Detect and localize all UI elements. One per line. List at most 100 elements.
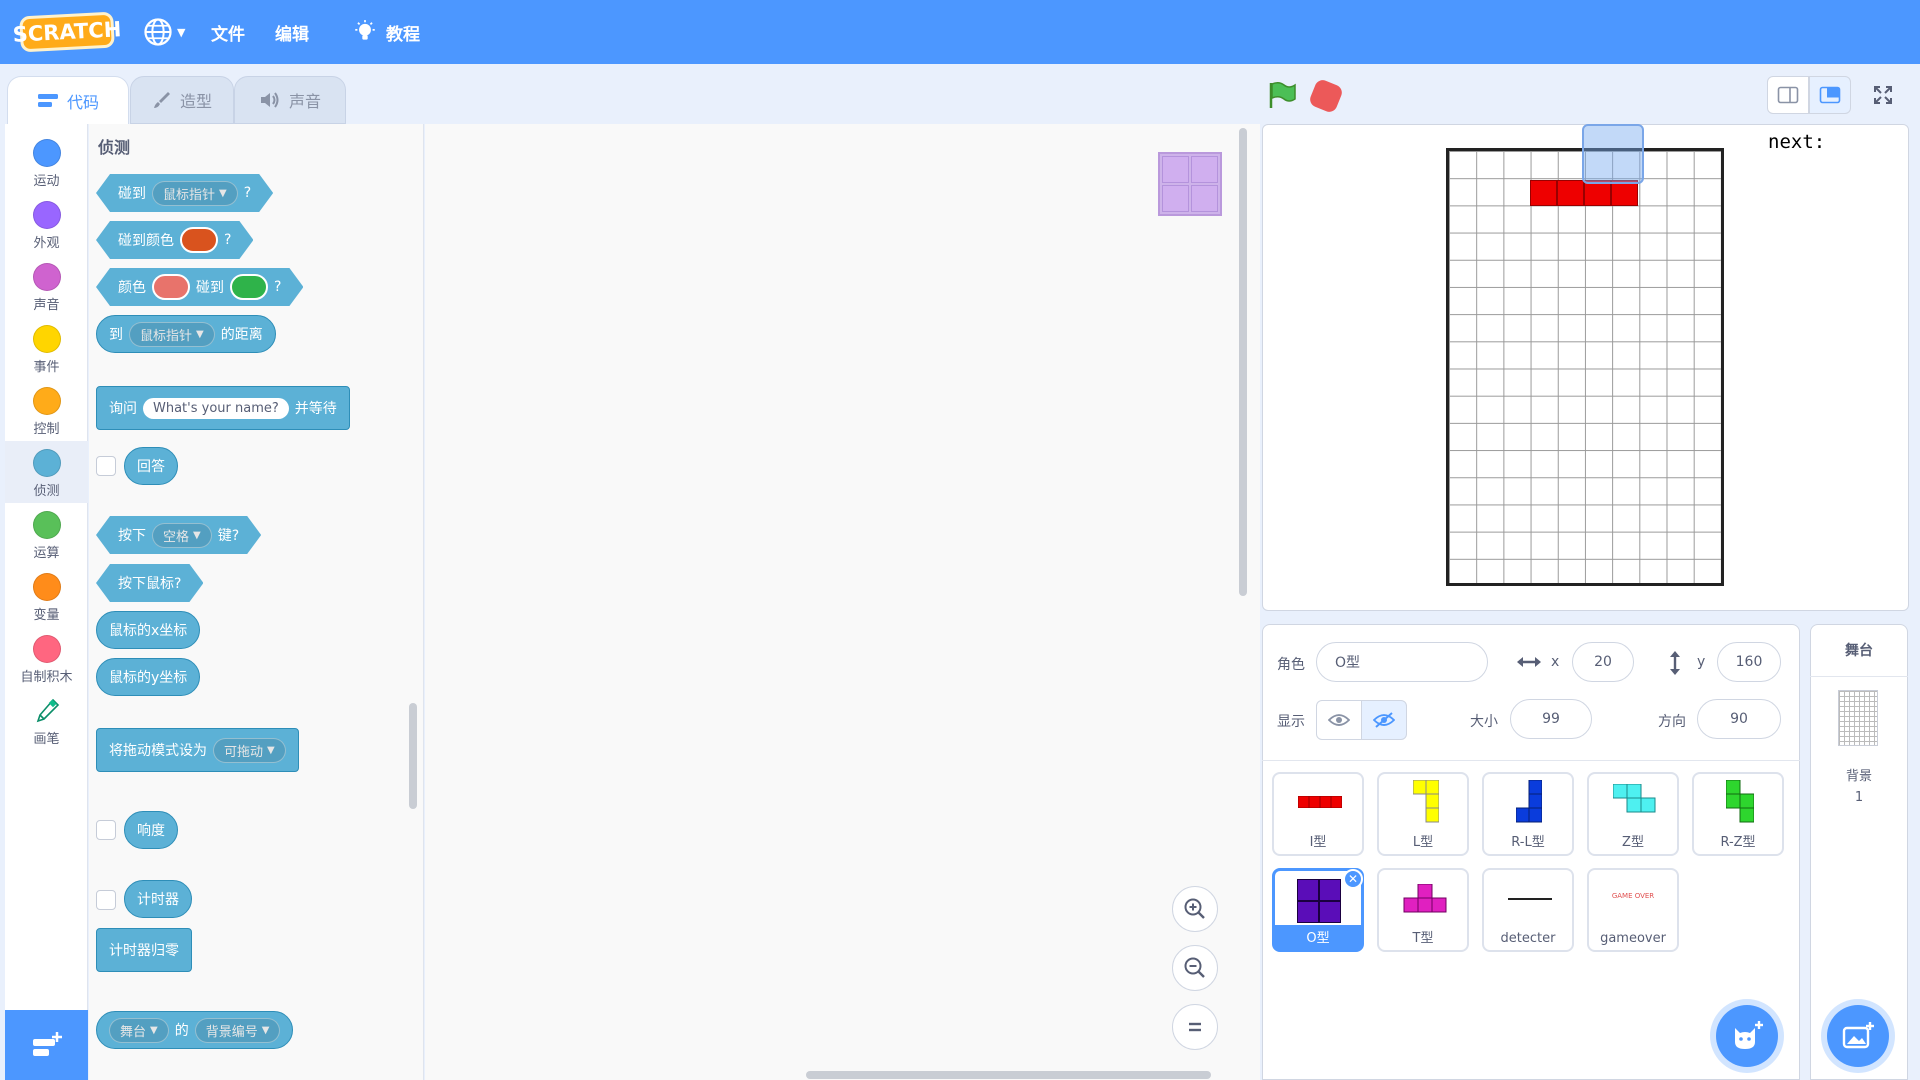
file-menu[interactable]: 文件 (211, 0, 245, 64)
category-events[interactable]: 事件 (5, 317, 88, 379)
sprite-tile[interactable]: R-Z型 (1692, 772, 1784, 856)
category-sound[interactable]: 声音 (5, 255, 88, 317)
color-touching-color-block[interactable]: 颜色 碰到 ? (96, 268, 303, 306)
sprite-tile[interactable]: R-L型 (1482, 772, 1574, 856)
editor-tabs: 代码 造型 声音 (0, 64, 1260, 124)
hide-sprite-button[interactable] (1361, 700, 1407, 740)
sensing-of-object-dropdown[interactable]: 舞台 ▼ (109, 1017, 169, 1043)
touching-color-block[interactable]: 碰到颜色 ? (96, 221, 253, 259)
tutorials-button[interactable]: 教程 (352, 0, 420, 64)
color-swatch[interactable] (230, 274, 268, 300)
sprite-tile[interactable]: detecter (1482, 868, 1574, 952)
events-color-dot (32, 325, 61, 353)
workspace-horizontal-scrollbar[interactable] (806, 1071, 1211, 1079)
drag-mode-dropdown[interactable]: 可拖动 ▼ (213, 737, 286, 763)
ask-and-wait-block[interactable]: 询问 What's your name? 并等待 (96, 386, 350, 430)
sprite-tile[interactable]: Z型 (1587, 772, 1679, 856)
timer-monitor-checkbox[interactable] (96, 890, 116, 910)
sprite-tile-name: L型 (1412, 835, 1434, 850)
color-swatch[interactable] (180, 227, 218, 253)
sprite-tile[interactable]: T型 (1377, 868, 1469, 952)
color-swatch[interactable] (152, 274, 190, 300)
key-pressed-block[interactable]: 按下 空格 ▼ 键? (96, 516, 261, 554)
sprite-name-input[interactable]: O型 (1316, 642, 1488, 682)
small-stage-button[interactable] (1767, 76, 1809, 114)
mouse-y-block[interactable]: 鼠标的y坐标 (96, 658, 201, 696)
i-piece-thumbnail (1298, 796, 1342, 808)
sprite-tile[interactable]: GAME OVER gameover (1587, 868, 1679, 952)
category-sensing[interactable]: 侦测 (5, 441, 88, 503)
chevron-down-icon: ▼ (219, 187, 227, 199)
distance-to-block[interactable]: 到 鼠标指针 ▼ 的距离 (96, 315, 276, 353)
scratch-logo[interactable]: SCRATCH (12, 11, 122, 53)
mouse-x-block[interactable]: 鼠标的x坐标 (96, 611, 201, 649)
category-pen[interactable]: 画笔 (5, 689, 88, 751)
category-looks[interactable]: 外观 (5, 193, 88, 255)
show-sprite-button[interactable] (1316, 700, 1362, 740)
sprite-tile-selected[interactable]: O型 ✕ (1272, 868, 1364, 952)
mouse-down-block[interactable]: 按下鼠标? (96, 564, 203, 602)
set-drag-mode-block[interactable]: 将拖动模式设为 可拖动 ▼ (96, 728, 299, 772)
choose-sprite-button[interactable] (1716, 1005, 1778, 1067)
key-dropdown[interactable]: 空格 ▼ (152, 523, 212, 548)
category-label: 声音 (33, 298, 60, 313)
touching-object-block[interactable]: 碰到 鼠标指针 ▼ ? (96, 174, 273, 212)
fullscreen-button[interactable] (1862, 76, 1904, 114)
x-position-input[interactable]: 20 (1572, 642, 1634, 682)
size-input[interactable]: 99 (1510, 699, 1592, 739)
eye-icon (1328, 714, 1350, 726)
category-control[interactable]: 控制 (5, 379, 88, 441)
language-menu[interactable]: ▼ (143, 0, 185, 64)
my-blocks-color-dot (32, 635, 61, 663)
choose-backdrop-button[interactable] (1827, 1005, 1889, 1067)
block-text: 计时器归零 (109, 943, 179, 959)
green-flag-button[interactable] (1267, 80, 1297, 114)
direction-input[interactable]: 90 (1697, 699, 1781, 739)
category-motion[interactable]: 运动 (5, 131, 88, 193)
loudness-monitor-checkbox[interactable] (96, 820, 116, 840)
sprite-tile[interactable]: L型 (1377, 772, 1469, 856)
sound-color-dot (32, 263, 61, 291)
loudness-block[interactable]: 响度 (124, 811, 178, 849)
category-menu: 运动 外观 声音 事件 控制 侦测 运算 变量 自制积木 画笔 (5, 124, 88, 1080)
workspace-vertical-scrollbar[interactable] (1239, 128, 1247, 596)
edit-menu[interactable]: 编辑 (275, 0, 309, 64)
zoom-in-button[interactable] (1172, 886, 1218, 932)
stop-button[interactable] (1307, 77, 1345, 115)
touching-object-dropdown[interactable]: 鼠标指针 ▼ (152, 181, 238, 206)
next-piece-label: next: (1768, 131, 1826, 153)
answer-block[interactable]: 回答 (124, 447, 178, 485)
add-extension-button[interactable] (5, 1010, 88, 1080)
eye-slash-icon (1373, 712, 1395, 728)
sprite-tile-name: I型 (1309, 835, 1327, 850)
category-my-blocks[interactable]: 自制积木 (5, 627, 88, 689)
answer-monitor-checkbox[interactable] (96, 456, 116, 476)
zoom-out-button[interactable] (1172, 945, 1218, 991)
category-label: 控制 (33, 422, 60, 437)
zoom-reset-button[interactable] (1172, 1004, 1218, 1050)
tab-code[interactable]: 代码 (7, 76, 129, 124)
sensing-of-property-dropdown[interactable]: 背景编号 ▼ (194, 1017, 281, 1043)
delete-sprite-button[interactable]: ✕ (1343, 869, 1363, 889)
sprite-selection-highlight[interactable] (1582, 124, 1644, 184)
add-backdrop-icon (1842, 1022, 1874, 1049)
of-sensing-block[interactable]: 舞台 ▼ 的 背景编号 ▼ (96, 1011, 294, 1049)
tab-sounds[interactable]: 声音 (234, 76, 346, 124)
globe-icon (144, 18, 172, 46)
tab-costumes[interactable]: 造型 (130, 76, 234, 124)
backdrop-thumbnail[interactable] (1838, 690, 1878, 746)
block-text: 的距离 (220, 327, 263, 343)
category-variables[interactable]: 变量 (5, 565, 88, 627)
script-workspace[interactable] (425, 124, 1260, 1080)
ask-question-input[interactable]: What's your name? (143, 397, 289, 419)
large-stage-button[interactable] (1809, 76, 1851, 114)
sprite-tile[interactable]: I型 (1272, 772, 1364, 856)
large-stage-icon (1819, 86, 1841, 104)
distance-target-dropdown[interactable]: 鼠标指针 ▼ (129, 321, 215, 347)
timer-block[interactable]: 计时器 (124, 880, 192, 918)
reset-timer-block[interactable]: 计时器归零 (96, 928, 192, 972)
palette-scrollbar[interactable] (409, 703, 417, 809)
y-position-input[interactable]: 160 (1717, 642, 1781, 682)
category-operators[interactable]: 运算 (5, 503, 88, 565)
sprite-tile-name: O型 (1306, 931, 1330, 946)
